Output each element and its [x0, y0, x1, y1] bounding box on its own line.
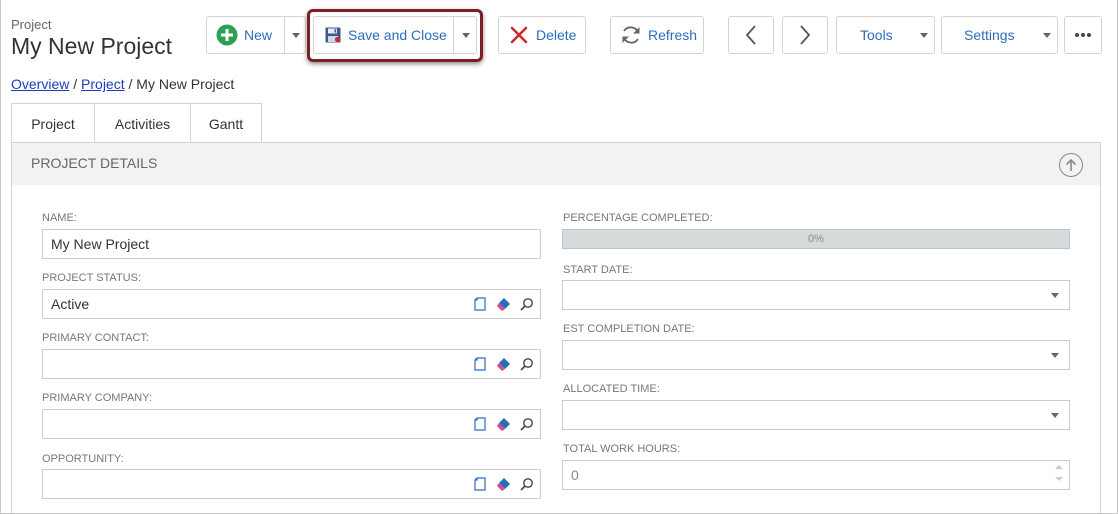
- new-record-icon[interactable]: [474, 417, 486, 431]
- refresh-label: Refresh: [648, 27, 698, 43]
- tab-gantt[interactable]: Gantt: [190, 103, 262, 143]
- settings-label: Settings: [964, 27, 1015, 43]
- tab-strip: Project Activities Gantt: [11, 103, 262, 144]
- add-icon: [216, 24, 238, 46]
- highlight-annotation: [307, 9, 483, 62]
- arrow-up-icon: [1065, 158, 1077, 171]
- chevron-down-icon[interactable]: [1051, 293, 1059, 298]
- primary-contact-field[interactable]: [42, 349, 541, 379]
- new-button-label: New: [244, 27, 273, 43]
- refresh-button[interactable]: Refresh: [610, 16, 704, 54]
- new-record-icon[interactable]: [474, 477, 486, 491]
- primary-company-field[interactable]: [42, 409, 541, 439]
- search-icon[interactable]: [520, 357, 534, 371]
- est-completion-date-label: EST COMPLETION DATE:: [563, 323, 695, 335]
- refresh-icon: [622, 26, 640, 44]
- chevron-right-icon: [800, 25, 811, 45]
- new-record-icon[interactable]: [474, 297, 486, 311]
- primary-company-label: PRIMARY COMPANY:: [42, 392, 153, 404]
- total-work-hours-label: TOTAL WORK HOURS:: [563, 443, 681, 455]
- entity-type-label: Project: [11, 17, 52, 32]
- page-title: My New Project: [11, 33, 173, 59]
- number-spinner[interactable]: [1055, 465, 1063, 481]
- name-field[interactable]: My New Project: [42, 229, 541, 259]
- project-panel: PROJECT DETAILS: [11, 142, 1101, 514]
- percentage-value: 0%: [808, 233, 824, 245]
- opportunity-label: OPPORTUNITY:: [42, 453, 124, 465]
- new-button-group: New: [206, 16, 306, 54]
- percentage-progress-bar: 0%: [562, 229, 1070, 249]
- section-title: PROJECT DETAILS: [31, 155, 158, 171]
- allocated-time-label: ALLOCATED TIME:: [563, 383, 660, 395]
- breadcrumb-separator: /: [128, 76, 133, 92]
- delete-label: Delete: [536, 27, 577, 43]
- name-value: My New Project: [51, 236, 150, 252]
- delete-x-icon: [510, 26, 528, 44]
- est-completion-date-field[interactable]: [562, 340, 1070, 370]
- breadcrumb-current: My New Project: [136, 76, 235, 92]
- spinner-down-icon[interactable]: [1055, 477, 1063, 481]
- settings-menu-button[interactable]: Settings: [941, 16, 1058, 54]
- name-label: NAME:: [42, 212, 77, 224]
- previous-record-button[interactable]: [728, 16, 774, 54]
- chevron-down-icon[interactable]: [1051, 413, 1059, 418]
- start-date-field[interactable]: [562, 280, 1070, 310]
- tab-project[interactable]: Project: [11, 103, 95, 144]
- total-work-hours-field[interactable]: 0: [562, 460, 1070, 490]
- eraser-icon[interactable]: [495, 417, 511, 431]
- new-record-icon[interactable]: [474, 357, 486, 371]
- tab-activities[interactable]: Activities: [94, 103, 191, 143]
- chevron-down-icon: [920, 33, 928, 38]
- spinner-up-icon[interactable]: [1055, 465, 1063, 469]
- tools-label: Tools: [860, 27, 893, 43]
- tools-menu-button[interactable]: Tools: [836, 16, 935, 54]
- breadcrumb-separator: /: [73, 76, 78, 92]
- next-record-button[interactable]: [782, 16, 828, 54]
- chevron-down-icon[interactable]: [1051, 353, 1059, 358]
- breadcrumb-link-overview[interactable]: Overview: [11, 76, 69, 92]
- chevron-left-icon: [745, 25, 756, 45]
- search-icon[interactable]: [520, 417, 534, 431]
- project-status-label: PROJECT STATUS:: [42, 272, 142, 284]
- chevron-down-icon: [291, 32, 300, 38]
- eraser-icon[interactable]: [495, 297, 511, 311]
- new-dropdown-toggle[interactable]: [285, 17, 306, 53]
- chevron-down-icon: [1043, 33, 1051, 38]
- eraser-icon[interactable]: [495, 357, 511, 371]
- project-status-value: Active: [51, 296, 90, 312]
- breadcrumb-link-project[interactable]: Project: [81, 76, 125, 92]
- breadcrumb: Overview / Project / My New Project: [11, 76, 234, 92]
- search-icon[interactable]: [520, 297, 534, 311]
- allocated-time-field[interactable]: [562, 400, 1070, 430]
- opportunity-field[interactable]: [42, 469, 541, 499]
- search-icon[interactable]: [520, 477, 534, 491]
- delete-button[interactable]: Delete: [498, 16, 586, 54]
- section-header: PROJECT DETAILS: [12, 143, 1100, 185]
- more-options-button[interactable]: [1064, 16, 1102, 54]
- start-date-label: START DATE:: [563, 264, 633, 276]
- percentage-completed-label: PERCENTAGE COMPLETED:: [563, 212, 713, 224]
- eraser-icon[interactable]: [495, 477, 511, 491]
- project-status-field[interactable]: Active: [42, 289, 541, 319]
- collapse-section-button[interactable]: [1059, 153, 1083, 177]
- new-button[interactable]: New: [207, 17, 284, 53]
- total-work-hours-value: 0: [571, 467, 579, 483]
- ellipsis-icon: [1075, 33, 1091, 37]
- primary-contact-label: PRIMARY CONTACT:: [42, 332, 149, 344]
